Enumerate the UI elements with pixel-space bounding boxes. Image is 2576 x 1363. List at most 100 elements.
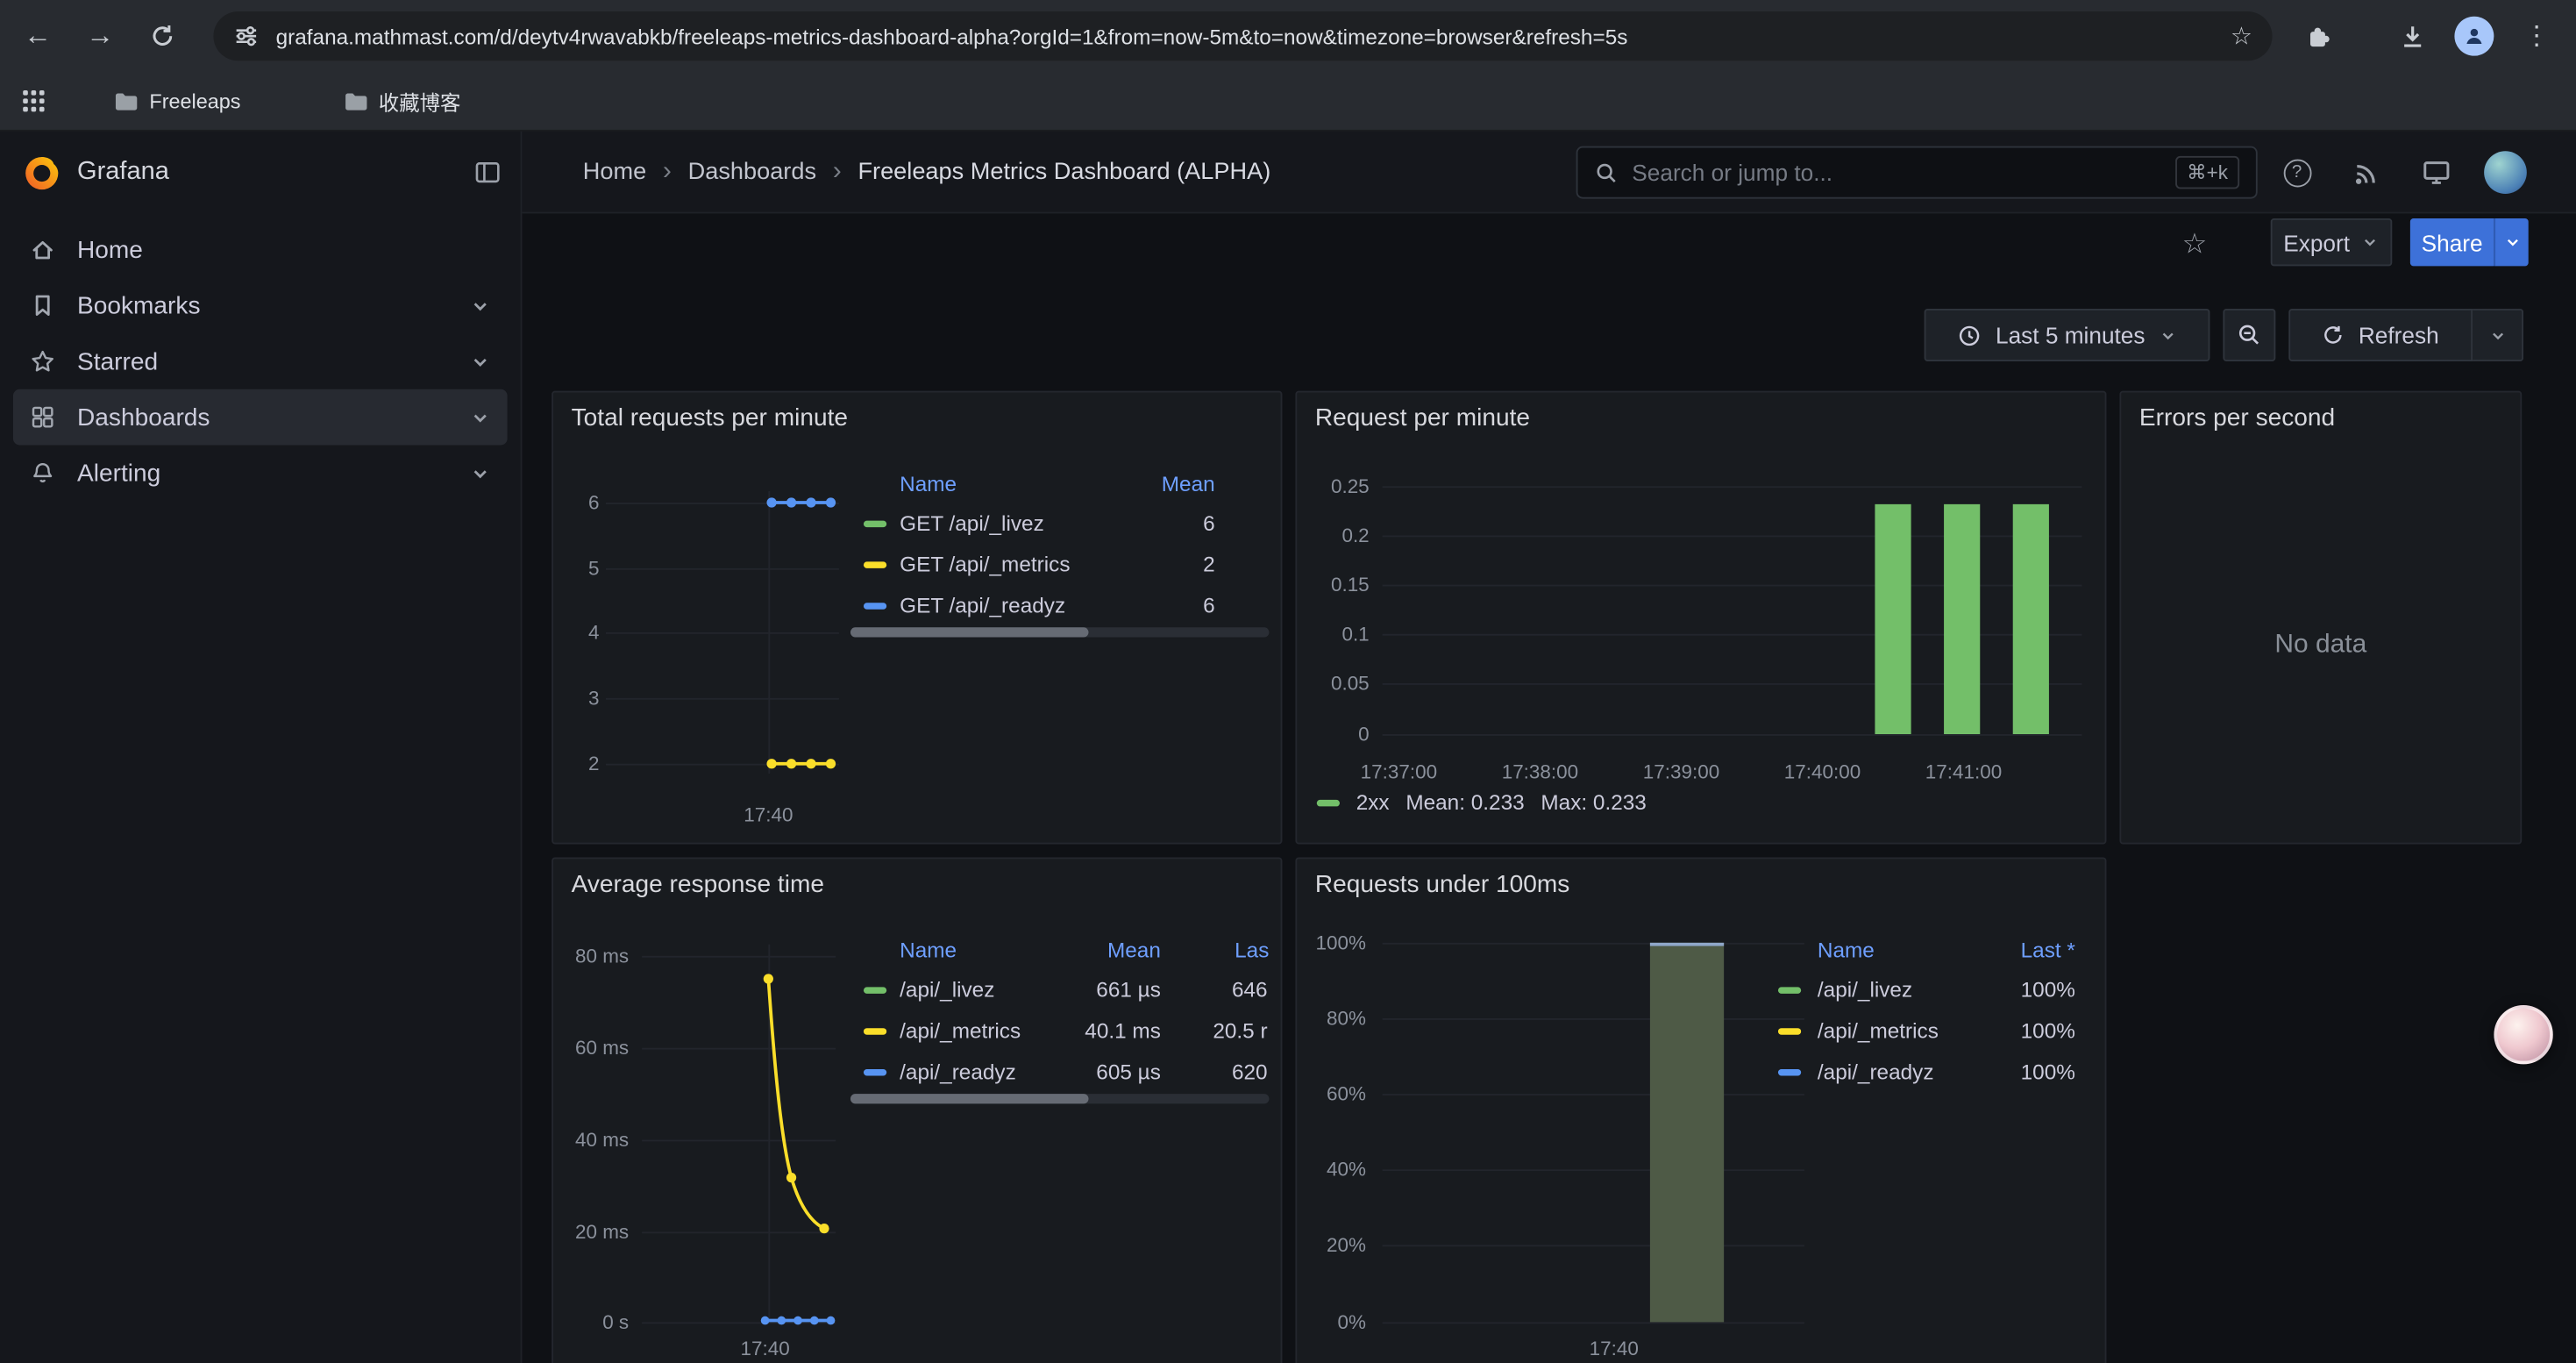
legend-series-name[interactable]: GET /api/_readyz: [900, 593, 1065, 617]
legend-series-name[interactable]: /api/_metrics: [1818, 1018, 1939, 1043]
chevron-down-icon[interactable]: [470, 351, 491, 372]
sidebar-item-starred[interactable]: Starred: [13, 333, 508, 389]
grafana-logo[interactable]: [23, 153, 60, 191]
chevron-down-icon[interactable]: [470, 295, 491, 316]
search-box[interactable]: ⌘+k: [1576, 146, 2258, 199]
legend-col-name[interactable]: Name: [900, 938, 957, 962]
legend-series-name[interactable]: 2xx: [1356, 790, 1390, 815]
floating-avatar-button[interactable]: [2494, 1005, 2552, 1064]
breadcrumb-home[interactable]: Home: [583, 160, 646, 186]
chevron-down-icon[interactable]: [470, 462, 491, 483]
breadcrumb-dashboards[interactable]: Dashboards: [688, 160, 816, 186]
profile-button[interactable]: [2451, 13, 2497, 59]
browser-menu-button[interactable]: ⋮: [2514, 13, 2559, 59]
panel-title[interactable]: Requests under 100ms: [1315, 870, 1569, 898]
share-menu-button[interactable]: [2494, 218, 2528, 266]
legend-col-last[interactable]: Las: [1235, 938, 1274, 962]
panel-request-per-minute[interactable]: Request per minute 0.25 0.2 0.15 0.1 0.0…: [1295, 391, 2106, 845]
sidebar-item-label: Home: [77, 236, 143, 264]
zoom-out-button[interactable]: [2223, 309, 2275, 361]
panel-title[interactable]: Request per minute: [1315, 404, 1530, 432]
downloads-button[interactable]: [2389, 13, 2435, 59]
legend-table: Name Mean GET /api/_livez 6 GET /api/_me…: [850, 465, 1269, 627]
sidebar-item-home[interactable]: Home: [13, 222, 508, 278]
reload-button[interactable]: [139, 13, 185, 59]
legend-series-name[interactable]: /api/_livez: [1818, 977, 1912, 1002]
legend-row[interactable]: GET /api/_metrics 2: [850, 546, 1269, 587]
panel-total-requests[interactable]: Total requests per minute 6 5 4 3 2 17:4…: [551, 391, 1282, 845]
legend-series-name[interactable]: /api/_readyz: [900, 1060, 1016, 1084]
sidebar-item-label: Bookmarks: [77, 291, 200, 319]
legend-scrollbar[interactable]: [850, 627, 1269, 637]
legend-series-name[interactable]: GET /api/_metrics: [900, 552, 1070, 576]
legend-col-mean[interactable]: Mean: [1116, 471, 1214, 496]
legend-row[interactable]: 2xx Mean: 0.233 Max: 0.233: [1317, 790, 1647, 815]
news-button[interactable]: [2348, 154, 2384, 190]
scrollbar-thumb[interactable]: [850, 627, 1089, 637]
panel-avg-response-time[interactable]: Average response time 80 ms 60 ms 40 ms …: [551, 857, 1282, 1363]
legend-row[interactable]: GET /api/_readyz 6: [850, 586, 1269, 627]
home-icon: [30, 237, 56, 263]
chevron-down-icon: [2488, 326, 2507, 345]
download-icon: [2398, 22, 2426, 50]
rss-icon: [2352, 159, 2380, 187]
bookmark-folder-freeleaps[interactable]: Freeleaps: [100, 80, 253, 123]
legend-col-last[interactable]: Last *: [1960, 938, 2075, 962]
legend-series-name[interactable]: /api/_livez: [900, 977, 994, 1002]
url-text[interactable]: grafana.mathmast.com/d/deytv4rwavabkb/fr…: [276, 24, 2215, 48]
legend-series-last: 100%: [1960, 1060, 2075, 1084]
legend-row[interactable]: /api/_livez 661 µs 646: [850, 971, 1269, 1012]
user-avatar[interactable]: [2484, 151, 2527, 194]
bookmark-folder-blogs[interactable]: 收藏博客: [330, 80, 474, 123]
forward-button[interactable]: →: [77, 13, 123, 59]
legend-col-name[interactable]: Name: [900, 471, 957, 496]
browser-toolbar: ← → grafana.mathmast.com/d/deytv4rwavabk…: [0, 0, 2576, 72]
panel-errors-per-second[interactable]: Errors per second No data: [2119, 391, 2522, 845]
y-tick: 20%: [1300, 1233, 1366, 1256]
legend-row[interactable]: /api/_metrics 100%: [1771, 1011, 2074, 1053]
scrollbar-thumb[interactable]: [850, 1094, 1089, 1103]
chevron-down-icon[interactable]: [470, 406, 491, 427]
legend-series-name[interactable]: /api/_metrics: [900, 1018, 1021, 1043]
apps-grid-icon[interactable]: [23, 90, 44, 111]
chevron-down-icon: [2158, 326, 2176, 345]
bookmark-star-icon[interactable]: ☆: [2231, 21, 2252, 51]
panel-title[interactable]: Errors per second: [2139, 404, 2335, 432]
help-button[interactable]: ?: [2279, 154, 2315, 190]
sidebar-item-dashboards[interactable]: Dashboards: [13, 389, 508, 446]
legend-series-name[interactable]: GET /api/_livez: [900, 510, 1044, 535]
refresh-button[interactable]: Refresh: [2288, 309, 2473, 361]
back-button[interactable]: ←: [15, 13, 60, 59]
x-tick: 17:40: [715, 1337, 814, 1359]
sidebar-item-alerting[interactable]: Alerting: [13, 445, 508, 501]
legend-series-mean: 6: [1116, 510, 1214, 535]
url-bar[interactable]: grafana.mathmast.com/d/deytv4rwavabkb/fr…: [213, 11, 2272, 61]
legend-max-stat: Max: 0.233: [1541, 790, 1646, 815]
legend-row[interactable]: /api/_metrics 40.1 ms 20.5 r: [850, 1011, 1269, 1053]
breadcrumb-separator: ›: [833, 158, 842, 188]
favorite-dashboard-star-icon[interactable]: ☆: [2182, 228, 2208, 260]
panel-under-100ms[interactable]: Requests under 100ms 100% 80% 60% 40% 20…: [1295, 857, 2106, 1363]
legend-col-name[interactable]: Name: [1818, 938, 1875, 962]
legend-series-last: 100%: [1960, 1018, 2075, 1043]
legend-series-name[interactable]: /api/_readyz: [1818, 1060, 1934, 1084]
share-button[interactable]: Share: [2410, 218, 2494, 266]
sidebar-item-bookmarks[interactable]: Bookmarks: [13, 277, 508, 333]
export-button[interactable]: Export: [2271, 218, 2393, 266]
y-tick: 0: [1300, 723, 1370, 746]
site-settings-icon[interactable]: [233, 23, 260, 49]
legend-row[interactable]: /api/_readyz 100%: [1771, 1053, 2074, 1094]
sidebar-collapse-button[interactable]: [474, 160, 501, 186]
search-input[interactable]: [1632, 160, 2162, 186]
legend-row[interactable]: /api/_readyz 605 µs 620: [850, 1053, 1269, 1094]
legend-scrollbar[interactable]: [850, 1094, 1269, 1103]
legend-row[interactable]: GET /api/_livez 6: [850, 504, 1269, 546]
legend-row[interactable]: /api/_livez 100%: [1771, 971, 2074, 1012]
legend-table: Name Mean Las /api/_livez 661 µs 646 /ap…: [850, 931, 1269, 1094]
display-button[interactable]: [2418, 154, 2454, 190]
extensions-button[interactable]: [2295, 13, 2341, 59]
refresh-interval-button[interactable]: [2473, 309, 2523, 361]
series-color-chip: [1317, 799, 1340, 805]
legend-col-mean[interactable]: Mean: [1063, 938, 1161, 962]
time-range-picker[interactable]: Last 5 minutes: [1925, 309, 2210, 361]
